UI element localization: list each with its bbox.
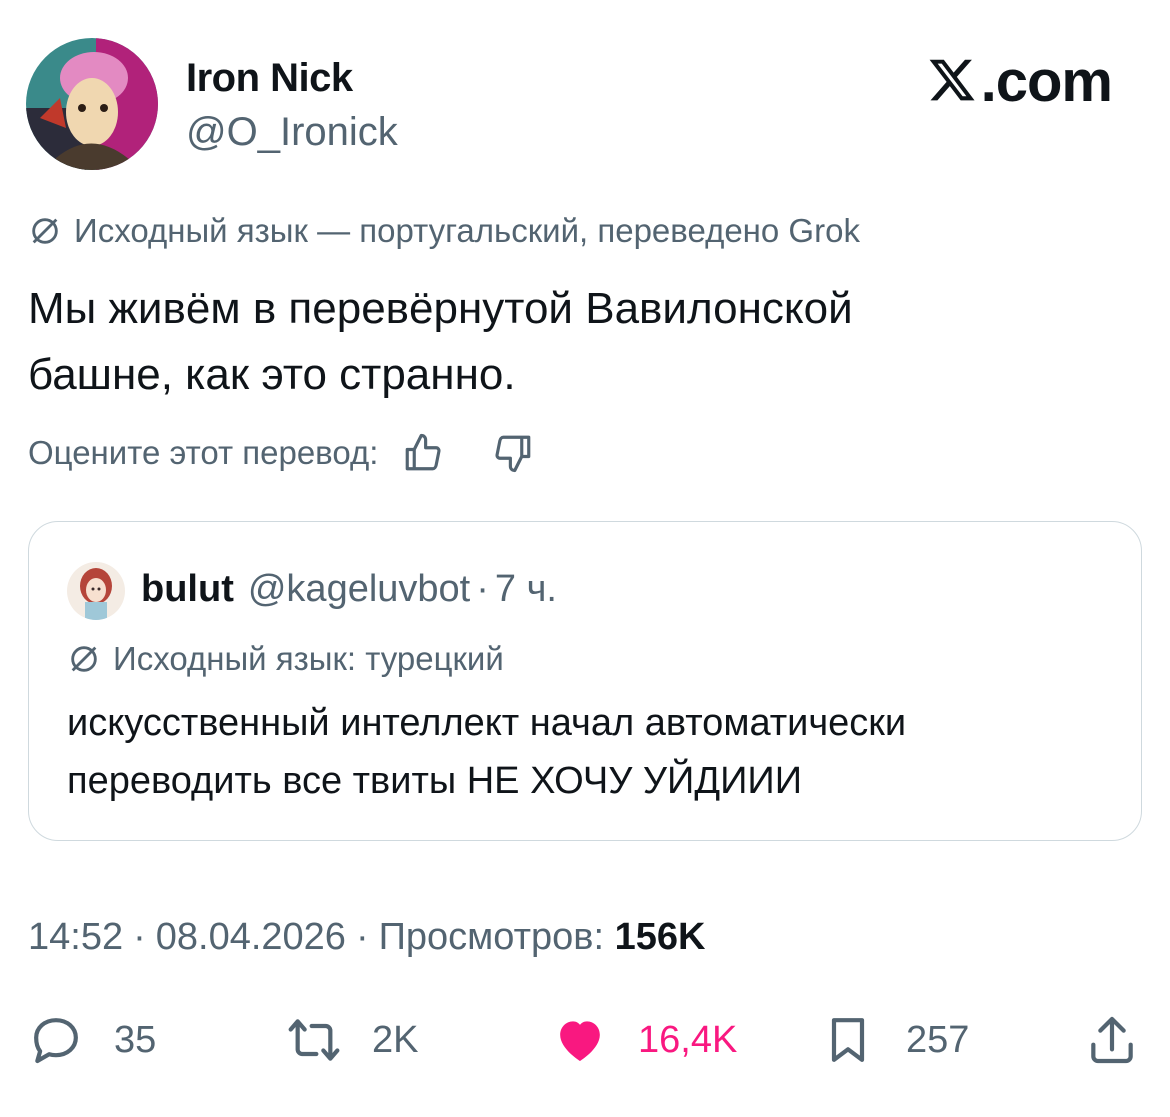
quote-author-avatar[interactable] — [67, 562, 125, 620]
like-count: 16,4K — [638, 1018, 738, 1061]
x-com-brand: .com — [927, 48, 1113, 115]
rate-label: Оцените этот перевод: — [28, 434, 379, 471]
quote-header: bulut @kageluvbot · 7 ч. — [141, 568, 557, 611]
quote-separator: · — [476, 568, 489, 610]
rate-translation: Оцените этот перевод: — [28, 432, 534, 474]
thumbs-down-icon[interactable] — [492, 432, 534, 474]
x-logo-icon — [929, 59, 975, 101]
tweet-line: Мы живём в перевёрнутой Вавилонской — [28, 284, 853, 333]
bookmark-button[interactable]: 257 — [820, 1008, 969, 1072]
translation-note-text: Исходный язык — португальский, переведен… — [74, 212, 860, 249]
author-avatar[interactable] — [26, 38, 158, 170]
brand-text: .com — [980, 49, 1113, 114]
avatar-illustration — [26, 38, 158, 170]
quote-line: переводить все твиты НЕ ХОЧУ УЙДИИИ — [67, 760, 803, 802]
bookmark-count: 257 — [906, 1018, 970, 1061]
quote-avatar-illustration — [67, 562, 125, 620]
bookmark-icon — [831, 1018, 865, 1062]
heart-icon — [560, 1021, 600, 1061]
reply-count: 35 — [114, 1018, 157, 1061]
meta-separator: · — [355, 916, 369, 958]
share-button[interactable] — [1084, 1008, 1170, 1072]
quote-line: искусственный интеллект начал автоматиче… — [67, 702, 907, 744]
action-bar: 35 2K 16,4K 257 — [28, 1008, 1140, 1072]
views-count: 156K — [614, 916, 706, 958]
repost-button[interactable]: 2K — [286, 1008, 418, 1072]
tweet-line: башне, как это странно. — [28, 350, 516, 399]
author-display-name[interactable]: Iron Nick — [186, 56, 353, 101]
tweet-time[interactable]: 14:52 — [28, 916, 123, 958]
like-button[interactable]: 16,4K — [552, 1008, 737, 1072]
tweet-text: Мы живём в перевёрнутой Вавилонской башн… — [28, 276, 1138, 408]
share-icon — [1091, 1016, 1133, 1064]
quote-author-handle[interactable]: @kageluvbot — [248, 568, 470, 611]
quote-note-text: Исходный язык: турецкий — [113, 640, 504, 677]
reply-button[interactable]: 35 — [28, 1008, 156, 1072]
translate-icon — [71, 646, 97, 672]
meta-separator: · — [133, 916, 146, 958]
quote-time[interactable]: 7 ч. — [495, 568, 557, 611]
views-label: Просмотров: — [378, 916, 605, 958]
quote-translation-note: Исходный язык: турецкий — [67, 640, 504, 678]
translation-note: Исходный язык — португальский, переведен… — [28, 212, 860, 250]
repost-count: 2K — [372, 1018, 419, 1061]
repost-icon — [288, 1019, 340, 1061]
quote-text: искусственный интеллект начал автоматиче… — [67, 694, 1117, 810]
author-handle[interactable]: @O_Ironick — [186, 110, 398, 155]
tweet-date[interactable]: 08.04.2026 — [156, 916, 346, 958]
quoted-tweet[interactable]: bulut @kageluvbot · 7 ч. Исходный язык: … — [28, 521, 1142, 841]
thumbs-up-icon[interactable] — [402, 432, 444, 474]
quote-author-name[interactable]: bulut — [141, 568, 234, 611]
translate-icon — [32, 218, 58, 244]
tweet-meta: 14:52 · 08.04.2026 · Просмотров: 156K — [28, 916, 705, 959]
reply-icon — [34, 1018, 78, 1064]
